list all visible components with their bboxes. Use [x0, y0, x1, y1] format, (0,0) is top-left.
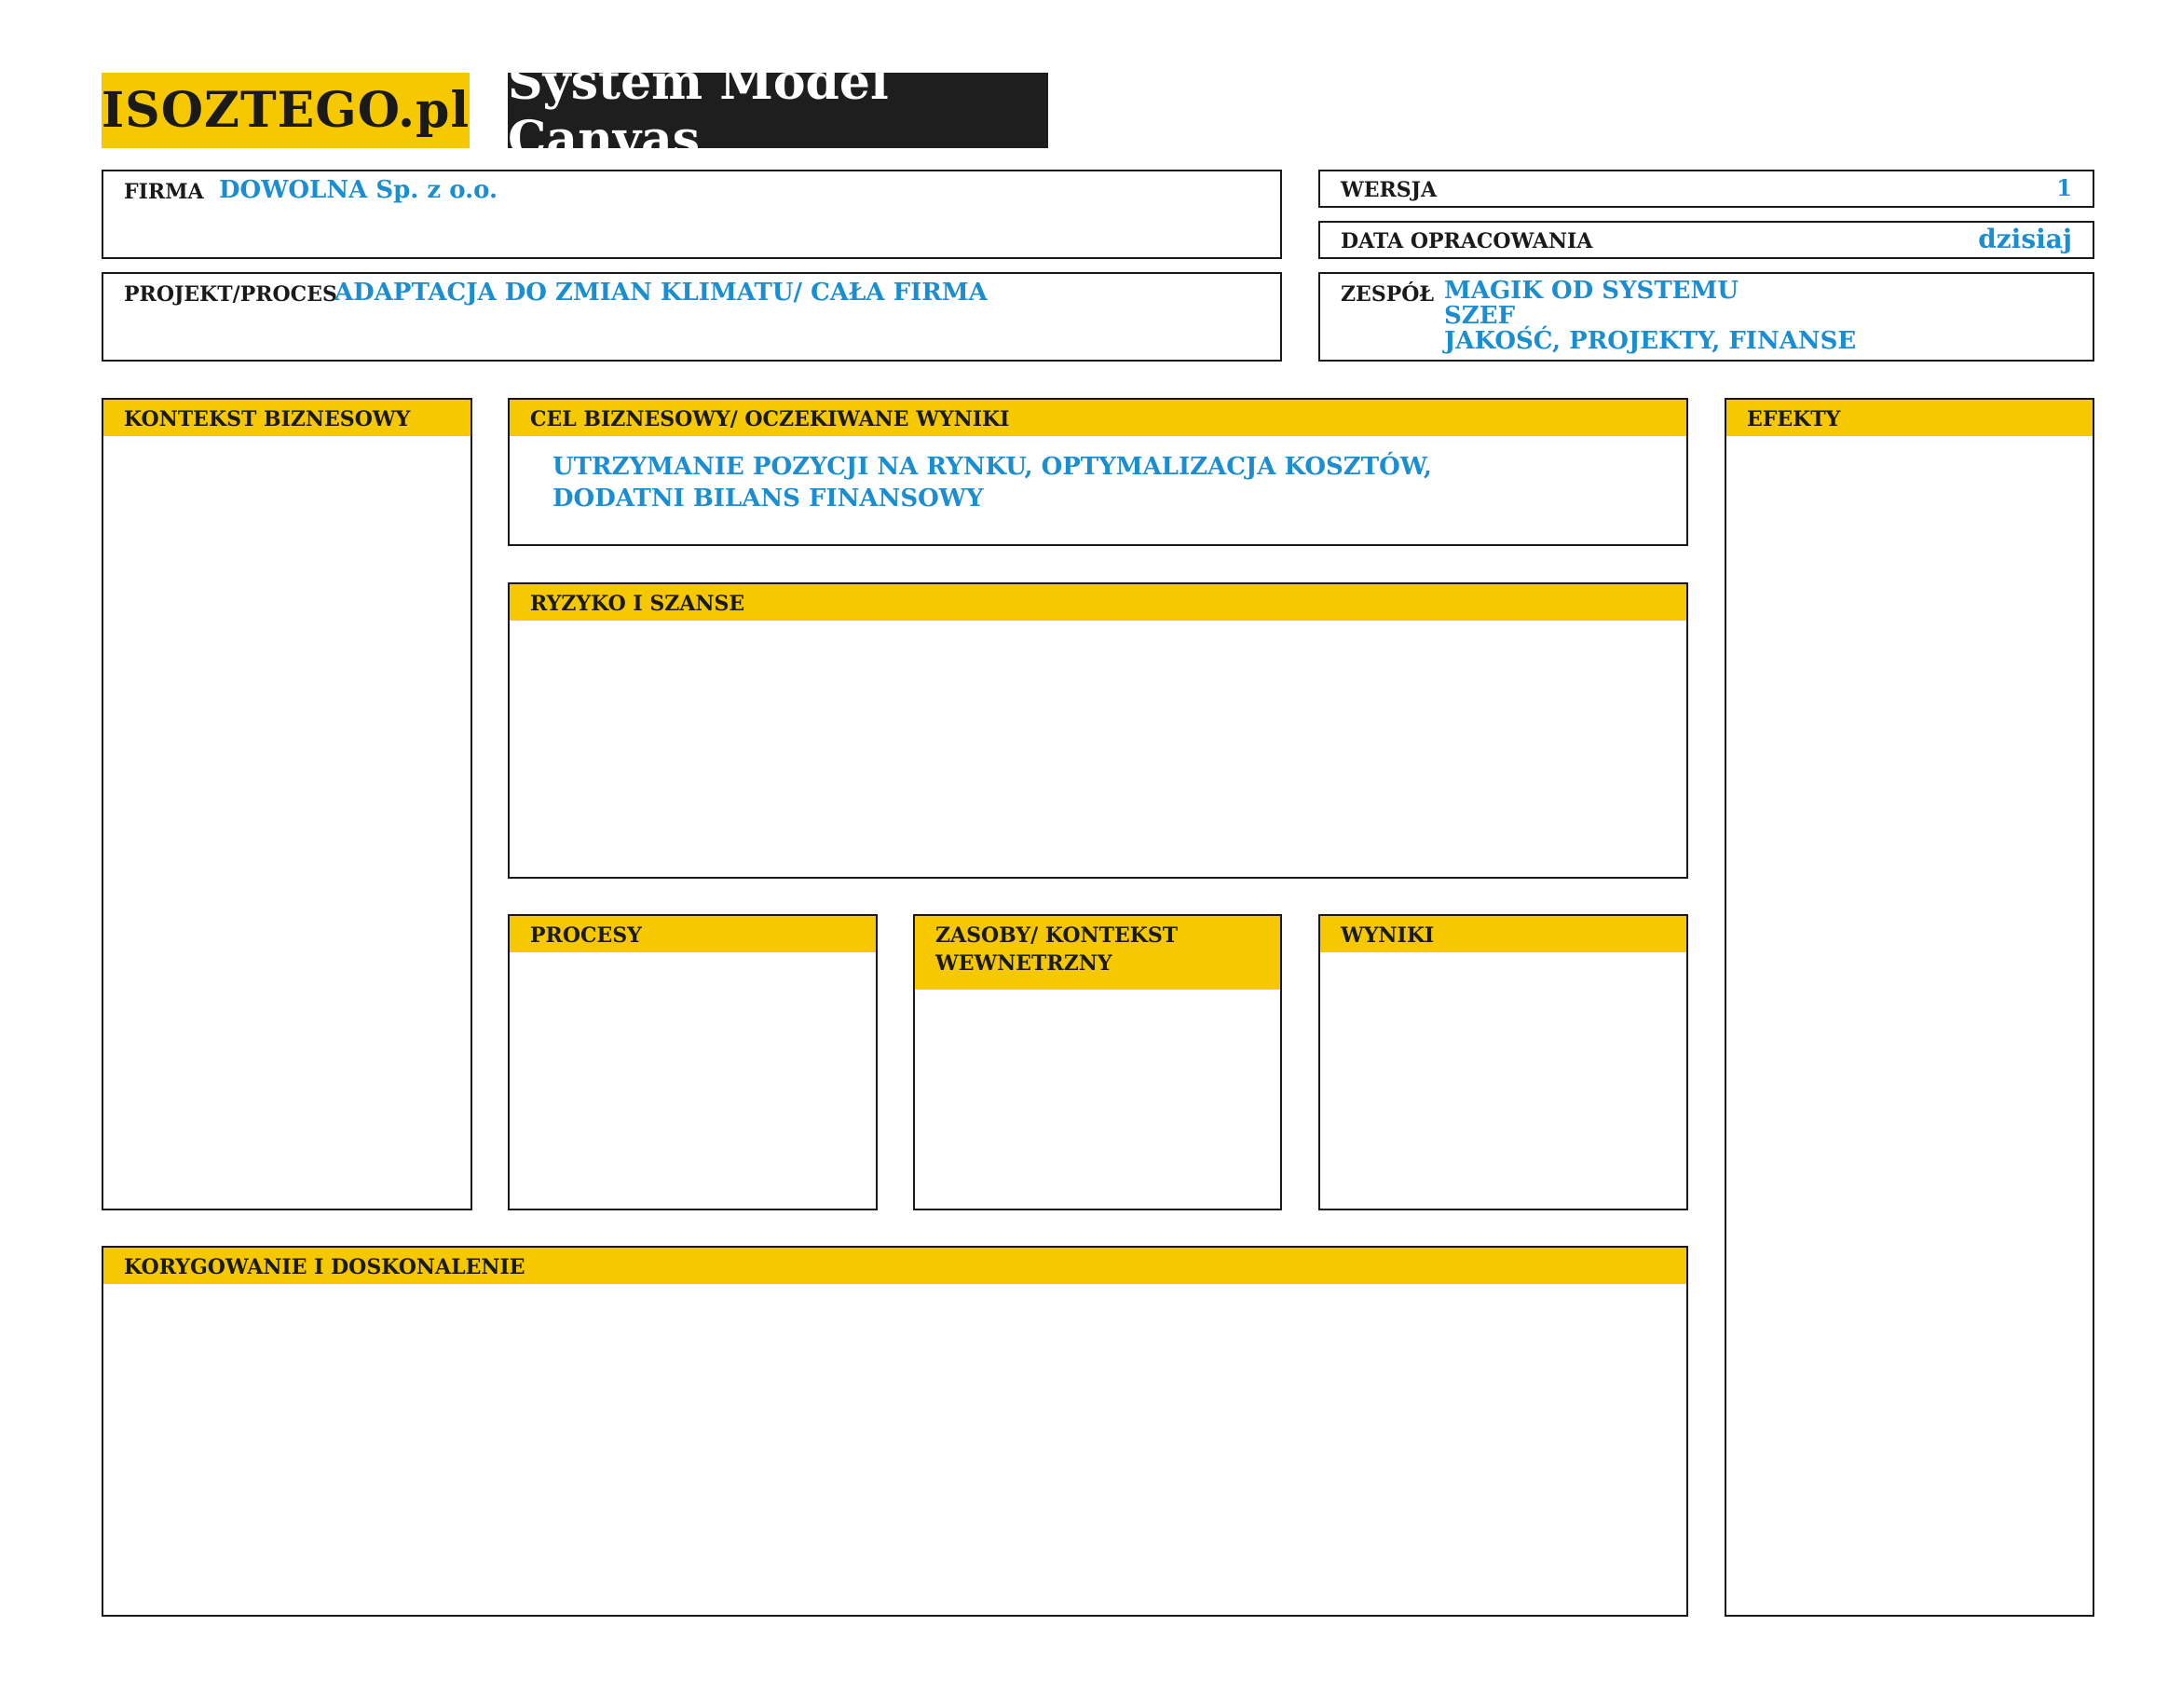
wyniki-header: WYNIKI	[1320, 916, 1686, 952]
kontekst-biznesowy-panel[interactable]: KONTEKST BIZNESOWY	[102, 398, 472, 1210]
zespol-member[interactable]: MAGIK OD SYSTEMU	[1444, 279, 1856, 304]
procesy-panel[interactable]: PROCESY	[508, 914, 878, 1210]
wersja-label: WERSJA	[1341, 178, 1438, 202]
firma-value[interactable]: DOWOLNA Sp. z o.o.	[219, 176, 498, 204]
cel-biznesowy-panel[interactable]: CEL BIZNESOWY/ OCZEKIWANE WYNIKI UTRZYMA…	[508, 398, 1688, 546]
korygowanie-header: KORYGOWANIE I DOSKONALENIE	[103, 1248, 1686, 1284]
cel-line: DODATNI BILANS FINANSOWY	[552, 485, 984, 512]
projekt-value[interactable]: ADAPTACJA DO ZMIAN KLIMATU/ CAŁA FIRMA	[334, 279, 988, 307]
data-box: DATA OPRACOWANIA dzisiaj	[1318, 221, 2094, 259]
data-value[interactable]: dzisiaj	[1978, 224, 2072, 254]
zasoby-panel[interactable]: ZASOBY/ KONTEKST WEWNETRZNY	[913, 914, 1282, 1210]
firma-box: FIRMA DOWOLNA Sp. z o.o.	[102, 170, 1282, 259]
zespol-box: ZESPÓŁ MAGIK OD SYSTEMU SZEF JAKOŚĆ, PRO…	[1318, 272, 2094, 362]
zespol-member[interactable]: JAKOŚĆ, PROJEKTY, FINANSE	[1444, 329, 1856, 354]
wyniki-panel[interactable]: WYNIKI	[1318, 914, 1688, 1210]
ryzyko-header: RYZYKO I SZANSE	[510, 584, 1686, 621]
zespol-label: ZESPÓŁ	[1341, 282, 1435, 307]
kontekst-biznesowy-header: KONTEKST BIZNESOWY	[103, 400, 470, 436]
projekt-label: PROJEKT/PROCES	[124, 282, 337, 307]
firma-label: FIRMA	[124, 180, 204, 204]
korygowanie-panel[interactable]: KORYGOWANIE I DOSKONALENIE	[102, 1246, 1688, 1617]
cel-line: UTRZYMANIE POZYCJI NA RYNKU, OPTYMALIZAC…	[552, 453, 1432, 481]
data-label: DATA OPRACOWANIA	[1341, 229, 1593, 253]
procesy-header: PROCESY	[510, 916, 876, 952]
document-title: System Model Canvas	[508, 54, 1048, 168]
cel-biznesowy-header: CEL BIZNESOWY/ OCZEKIWANE WYNIKI	[510, 400, 1686, 436]
wersja-box: WERSJA 1	[1318, 170, 2094, 208]
wersja-value[interactable]: 1	[2056, 174, 2072, 201]
zespol-members: MAGIK OD SYSTEMU SZEF JAKOŚĆ, PROJEKTY, …	[1444, 279, 1856, 354]
zasoby-header-line: WEWNETRZNY	[935, 951, 1112, 976]
zasoby-header-line: ZASOBY/ KONTEKST	[935, 923, 1179, 948]
efekty-header: EFEKTY	[1726, 400, 2093, 436]
efekty-panel[interactable]: EFEKTY	[1725, 398, 2094, 1617]
ryzyko-panel[interactable]: RYZYKO I SZANSE	[508, 582, 1688, 879]
cel-biznesowy-content: UTRZYMANIE POZYCJI NA RYNKU, OPTYMALIZAC…	[552, 451, 1432, 514]
logo: ISOZTEGO.pl	[102, 73, 470, 148]
projekt-box: PROJEKT/PROCES ADAPTACJA DO ZMIAN KLIMAT…	[102, 272, 1282, 362]
zespol-member[interactable]: SZEF	[1444, 304, 1856, 329]
zasoby-header: ZASOBY/ KONTEKST WEWNETRZNY	[915, 916, 1280, 990]
